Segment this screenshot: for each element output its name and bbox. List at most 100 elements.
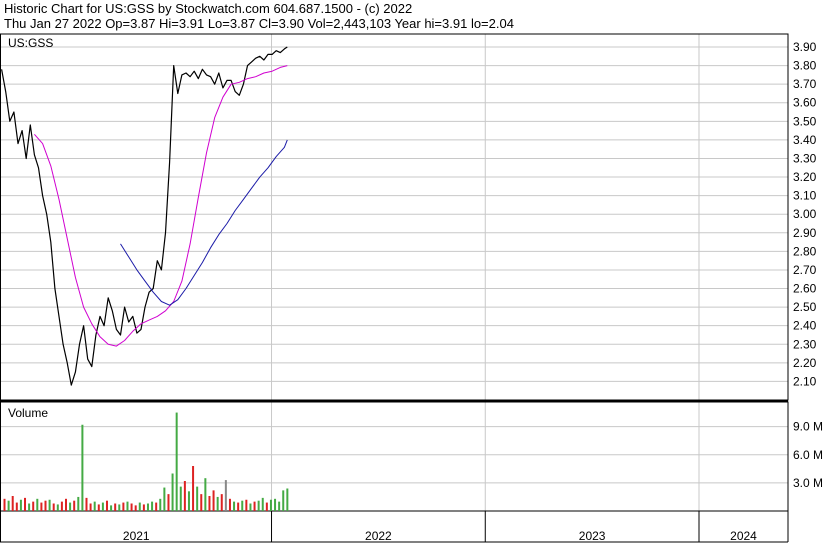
volume-bar [126,501,129,511]
volume-bar [187,491,190,511]
price-tick-label: 2.20 [793,356,817,370]
volume-bar [253,501,256,511]
volume-bar [278,501,281,511]
volume-bar [134,505,137,511]
price-tick-label: 3.30 [793,151,817,165]
volume-bar [286,488,289,511]
volume-bar [237,502,240,511]
volume-bar [32,501,35,511]
volume-bar [224,480,227,511]
stockwatch-chart: Historic Chart for US:GSS by Stockwatch.… [0,0,830,543]
volume-panel-label: Volume [8,406,48,420]
volume-bar [130,503,133,511]
volume-bar [40,502,43,511]
price-series-line [1,46,288,386]
price-panel-label: US:GSS [8,36,53,50]
volume-bar [220,494,223,511]
volume-bar [97,504,100,511]
price-tick-label: 3.50 [793,114,817,128]
volume-bar [179,486,182,511]
volume-bar [261,497,264,511]
chart-canvas: 2.10 2.20 2.30 2.40 2.50 2.60 2.70 2.80 2.90 3.00… [0,33,823,543]
volume-bar [171,473,174,511]
volume-tick-label: 9.0 M [793,420,823,434]
volume-bar [151,501,154,511]
volume-bar [19,499,22,511]
volume-bar [122,502,125,511]
volume-bar [155,502,158,511]
volume-bar [249,503,252,511]
volume-bar [3,498,6,511]
volume-bar [245,499,248,511]
volume-bar [69,502,72,511]
short-moving-average-line [34,65,288,347]
price-tick-label: 2.80 [793,244,817,258]
volume-bar [44,500,47,511]
volume-bar [212,490,215,511]
price-tick-label: 2.30 [793,337,817,351]
volume-tick-label: 3.0 M [793,476,823,490]
volume-bar [73,500,76,511]
price-tick-label: 3.90 [793,40,817,54]
volume-bar [15,502,18,511]
volume-panel-frame [0,401,789,512]
volume-bar [159,498,162,511]
volume-bar [110,505,113,511]
price-tick-label: 3.60 [793,96,817,110]
volume-bar [114,503,117,511]
price-tick-label: 2.50 [793,300,817,314]
volume-bar [200,494,203,511]
volume-bar [228,498,231,511]
volume-bar [208,496,211,511]
volume-bar [85,497,88,511]
volume-bar [81,424,84,511]
volume-bar [241,500,244,511]
volume-bar [282,490,285,511]
volume-bar [192,466,195,511]
volume-bar [28,503,31,511]
volume-bar [269,499,272,511]
volume-bar [175,412,178,511]
volume-bar [11,496,14,511]
volume-bar [105,500,108,511]
volume-bar [52,503,55,511]
volume-bar [216,496,219,511]
price-tick-label: 3.20 [793,170,817,184]
volume-bar [118,504,121,511]
volume-bar [183,481,186,511]
volume-bar [146,503,149,511]
price-tick-label: 3.70 [793,77,817,91]
volume-bar [265,502,268,511]
volume-bar [196,486,199,511]
price-tick-label: 2.90 [793,226,817,240]
volume-bar [89,503,92,511]
volume-bar [93,501,96,511]
x-axis-year-label: 2024 [730,529,757,543]
volume-bar [163,487,166,511]
volume-bar [48,499,51,511]
volume-bar [274,498,277,511]
volume-bar [36,498,39,511]
volume-bar [24,497,27,511]
price-tick-label: 3.80 [793,59,817,73]
volume-tick-label: 6.0 M [793,448,823,462]
volume-bar [7,500,10,511]
price-tick-label: 3.00 [793,207,817,221]
price-tick-label: 3.40 [793,133,817,147]
price-tick-label: 2.10 [793,374,817,388]
price-tick-label: 2.40 [793,319,817,333]
volume-bar [101,502,104,511]
volume-bar [257,500,260,511]
volume-bar [167,494,170,511]
x-axis-year-label: 2023 [579,529,606,543]
volume-bar [204,478,207,511]
volume-bar [60,501,63,511]
volume-bar [142,504,145,511]
volume-bar [233,501,236,511]
price-tick-label: 3.10 [793,189,817,203]
price-tick-label: 2.70 [793,263,817,277]
volume-bar [138,502,141,511]
x-axis-year-label: 2021 [123,529,150,543]
price-tick-label: 2.60 [793,282,817,296]
volume-bar [64,498,67,511]
